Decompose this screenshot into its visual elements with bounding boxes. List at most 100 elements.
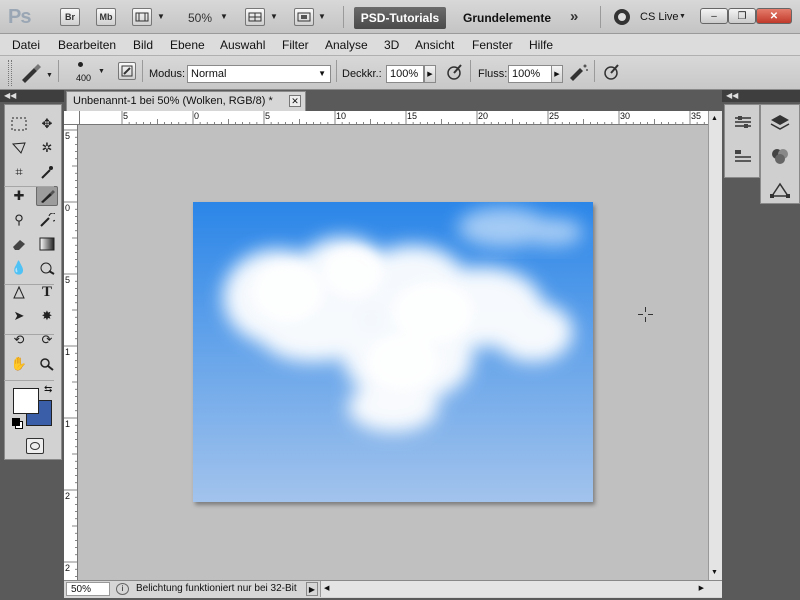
scroll-up-icon[interactable]: ▲	[711, 115, 718, 122]
crop-tool-icon[interactable]: ⌗	[8, 162, 30, 182]
cslive-icon[interactable]	[614, 9, 630, 25]
status-menu-arrow-icon[interactable]: ▶	[306, 582, 318, 596]
quick-mask-button[interactable]	[26, 438, 44, 454]
ruler-label: 2	[65, 491, 71, 501]
grip-handle[interactable]	[8, 60, 12, 86]
paths-icon[interactable]	[761, 173, 799, 207]
menu-fenster[interactable]: Fenster	[472, 38, 513, 52]
pressure-size-button[interactable]	[601, 62, 621, 85]
scroll-right-icon[interactable]: ▶	[699, 584, 704, 592]
arrange-documents-button[interactable]	[245, 8, 265, 26]
zoom-tool-icon[interactable]	[36, 354, 58, 374]
divider	[142, 60, 143, 82]
document-canvas[interactable]	[193, 202, 593, 502]
pen-tool-icon[interactable]	[8, 282, 30, 302]
bridge-button[interactable]: Br	[60, 8, 80, 26]
default-colors-icon[interactable]	[12, 418, 20, 426]
chevron-down-icon[interactable]: ▼	[679, 13, 686, 20]
channels-icon[interactable]	[761, 139, 799, 173]
divider	[4, 380, 54, 381]
custom-shape-icon[interactable]: ✸	[36, 306, 58, 326]
menu-auswahl[interactable]: Auswahl	[220, 38, 265, 52]
type-tool-icon[interactable]: T	[36, 282, 58, 302]
menu-filter[interactable]: Filter	[282, 38, 309, 52]
lasso-tool-icon[interactable]	[8, 138, 30, 158]
panel-collapse-bar[interactable]: ◀◀	[722, 90, 800, 102]
document-tab[interactable]: Unbenannt-1 bei 50% (Wolken, RGB/8) * ✕	[66, 91, 306, 111]
workspace-psd-tutorials[interactable]: PSD-Tutorials	[354, 7, 446, 29]
path-selection-icon[interactable]: ➤	[8, 306, 30, 326]
tablet-pressure-icon	[447, 64, 462, 80]
screen-mode-button[interactable]	[294, 8, 314, 26]
dodge-icon[interactable]	[36, 258, 58, 278]
hand-tool-icon[interactable]: ✋	[8, 354, 30, 374]
chevron-down-icon[interactable]: ▼	[157, 12, 165, 21]
view-extras-button[interactable]	[132, 8, 152, 26]
menu-ebene[interactable]: Ebene	[170, 38, 205, 52]
marquee-tool-icon[interactable]	[8, 114, 30, 134]
pressure-opacity-button[interactable]	[444, 62, 464, 85]
brush-icon: ▼	[22, 64, 53, 83]
flow-slider-toggle[interactable]: ▶	[551, 65, 563, 83]
adjustments-icon[interactable]	[725, 105, 761, 139]
close-icon[interactable]: ✕	[289, 95, 301, 107]
ruler-origin[interactable]	[64, 111, 80, 125]
toolbox-collapse-bar[interactable]: ◀◀	[0, 90, 64, 102]
restore-button[interactable]: ❐	[728, 8, 756, 24]
menu-bearbeiten[interactable]: Bearbeiten	[58, 38, 116, 52]
menu-hilfe[interactable]: Hilfe	[529, 38, 553, 52]
divider	[58, 60, 59, 82]
menu-ansicht[interactable]: Ansicht	[415, 38, 454, 52]
3d-rotate-icon[interactable]: ⟲	[8, 330, 30, 350]
eraser-icon[interactable]	[8, 234, 30, 254]
chevron-down-icon[interactable]: ▼	[98, 68, 105, 75]
move-tool-icon[interactable]: ✥	[36, 114, 58, 134]
scroll-down-icon[interactable]: ▼	[711, 569, 718, 576]
horizontal-scrollbar[interactable]: ◀ ▶	[320, 581, 722, 597]
eyedropper-icon[interactable]	[36, 162, 58, 182]
close-button[interactable]: ✕	[756, 8, 792, 24]
zoom-level[interactable]: 50%	[188, 11, 212, 25]
history-brush-icon[interactable]	[36, 210, 58, 230]
opacity-input[interactable]: 100%	[386, 65, 424, 83]
3d-orbit-icon[interactable]: ⟳	[36, 330, 58, 350]
vertical-ruler[interactable]: 5 0 5 1 1 2 2	[64, 125, 78, 580]
more-workspaces-button[interactable]: »	[570, 8, 578, 25]
chevron-down-icon[interactable]: ▼	[220, 12, 228, 21]
cslive-menu[interactable]: CS Live	[640, 11, 679, 23]
menu-3d[interactable]: 3D	[384, 38, 399, 52]
airbrush-button[interactable]	[567, 62, 589, 85]
vertical-scrollbar[interactable]: ▲ ▼	[708, 111, 722, 580]
fluss-label: Fluss:	[478, 68, 508, 80]
layers-icon[interactable]	[761, 105, 799, 139]
foreground-color-swatch[interactable]	[13, 388, 39, 414]
magic-wand-icon[interactable]: ✲	[36, 138, 58, 158]
horizontal-ruler[interactable]: 5 0 5 10 15 20 25 30 35	[80, 111, 708, 125]
scroll-left-icon[interactable]: ◀	[324, 584, 329, 592]
brush-size[interactable]: 400	[76, 73, 91, 83]
styles-icon[interactable]	[725, 139, 761, 173]
menu-datei[interactable]: Datei	[12, 38, 40, 52]
clone-stamp-icon[interactable]: ⚲	[8, 210, 30, 230]
minibridge-button[interactable]: Mb	[96, 8, 116, 26]
minimize-button[interactable]: –	[700, 8, 728, 24]
status-zoom[interactable]: 50%	[66, 582, 110, 596]
gradient-icon[interactable]	[36, 234, 58, 254]
tool-preset-picker[interactable]: ▼	[18, 62, 53, 87]
brush-panel-button[interactable]	[118, 62, 136, 80]
layers-panel-group	[760, 104, 800, 204]
workspace-grundelemente[interactable]: Grundelemente	[463, 11, 551, 25]
menu-analyse[interactable]: Analyse	[325, 38, 368, 52]
healing-brush-icon[interactable]: ✚	[8, 186, 30, 206]
flow-input[interactable]: 100%	[508, 65, 552, 83]
swap-colors-icon[interactable]: ⇆	[44, 384, 52, 395]
menu-bild[interactable]: Bild	[133, 38, 153, 52]
chevron-down-icon[interactable]: ▼	[270, 12, 278, 21]
ruler-label: 15	[407, 111, 418, 121]
chevron-down-icon[interactable]: ▼	[318, 12, 326, 21]
blur-icon[interactable]: 💧	[8, 258, 30, 278]
mode-select[interactable]: Normal ▼	[187, 65, 331, 83]
document-info-icon[interactable]: i	[116, 583, 129, 595]
brush-tool-icon[interactable]	[36, 186, 58, 206]
opacity-slider-toggle[interactable]: ▶	[424, 65, 436, 83]
